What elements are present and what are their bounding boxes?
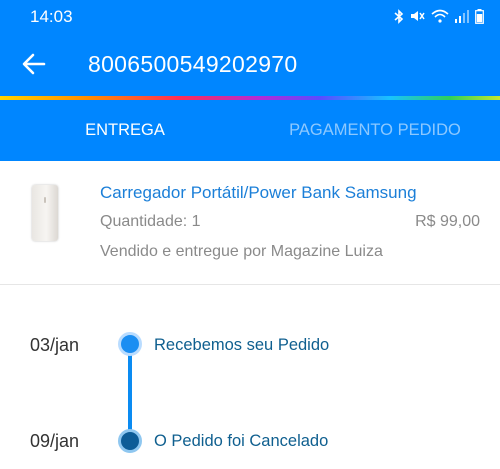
status-bar: 14:03 [0, 0, 500, 32]
app-header: 14:03 8006500549202970 ENTREGA PAGAMENTO… [0, 0, 500, 161]
signal-icon [455, 9, 469, 23]
mute-icon [411, 11, 425, 21]
timeline-connector [128, 343, 132, 439]
timeline-date: 09/jan [30, 431, 80, 451]
battery-icon [475, 8, 484, 24]
order-number-title: 8006500549202970 [88, 51, 298, 77]
arrow-left-icon [22, 53, 46, 75]
product-quantity: Quantidade: 1 [100, 213, 201, 230]
toolbar: 8006500549202970 [0, 32, 500, 96]
wifi-icon [431, 9, 449, 23]
product-price: R$ 99,00 [415, 213, 480, 230]
back-button[interactable] [18, 48, 50, 80]
status-icons [394, 8, 484, 24]
tab-bar: ENTREGA PAGAMENTO PEDIDO [0, 100, 500, 161]
tab-entrega[interactable]: ENTREGA [0, 100, 250, 161]
bluetooth-icon [394, 8, 404, 24]
product-name-link[interactable]: Carregador Portátil/Power Bank Samsung [100, 183, 417, 203]
timeline-label: O Pedido foi Cancelado [154, 432, 329, 450]
timeline-date: 03/jan [30, 335, 80, 355]
tab-pagamento-pedido[interactable]: PAGAMENTO PEDIDO [250, 100, 500, 161]
product-seller: Vendido e entregue por Magazine Luiza [100, 243, 383, 260]
order-timeline: 03/jan Recebemos seu Pedido 09/jan O Ped… [0, 285, 500, 469]
status-time: 14:03 [30, 7, 73, 26]
timeline-label: Recebemos seu Pedido [154, 336, 330, 354]
product-image[interactable] [32, 185, 58, 241]
timeline-dot-cancelled [118, 429, 142, 453]
product-card: Carregador Portátil/Power Bank Samsung Q… [0, 161, 500, 285]
timeline-dot-received [118, 332, 142, 356]
